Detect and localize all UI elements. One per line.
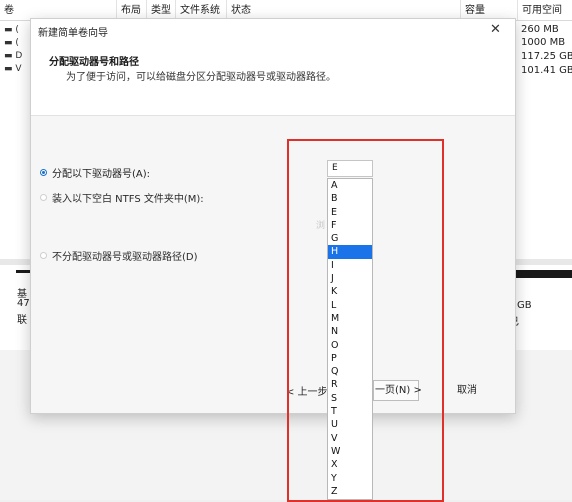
assign-drive-letter-label: 分配以下驱动器号(A): [52,169,151,180]
back-button[interactable]: < 上一步 [286,383,328,398]
drive-letter-option[interactable]: B [328,192,372,205]
browse-button-obscured[interactable]: 浏 [316,218,325,231]
drive-letter-option[interactable]: X [328,458,372,471]
volume-row-marker[interactable]: ▬ ( [4,25,19,35]
dialog-title: 新建简单卷向导 [38,28,108,39]
column-filesystem[interactable]: 文件系统 [175,0,230,20]
mount-folder-radio[interactable]: 装入以下空白 NTFS 文件夹中(M): [40,190,204,205]
free-space-value: 101.41 GB [521,65,572,76]
cancel-button[interactable]: 取消 [443,380,491,401]
drive-letter-option[interactable]: L [328,299,372,312]
drive-letter-option[interactable]: P [328,352,372,365]
drive-letter-option[interactable]: E [328,206,372,219]
drive-letter-option[interactable]: Y [328,472,372,485]
drive-letter-option[interactable]: J [328,272,372,285]
radio-unchecked-icon [40,194,47,201]
drive-letter-option[interactable]: M [328,312,372,325]
drive-letter-option[interactable]: A [328,179,372,192]
drive-letter-option[interactable]: W [328,445,372,458]
drive-letter-option[interactable]: I [328,259,372,272]
partition-size: GB [517,300,532,311]
column-volume[interactable]: 卷 [0,0,116,20]
new-simple-volume-wizard: 新建简单卷向导 ✕ 分配驱动器号和路径 为了便于访问，可以给磁盘分区分配驱动器号… [30,18,516,414]
drive-letter-option[interactable]: H [328,245,372,259]
drive-letter-option[interactable]: T [328,405,372,418]
column-free-space[interactable]: 可用空间 [517,0,572,20]
drive-letter-option[interactable]: U [328,418,372,431]
free-space-value: 1000 MB [521,37,566,48]
volume-row-marker[interactable]: ▬ D [4,51,22,61]
dialog-header: 新建简单卷向导 ✕ 分配驱动器号和路径 为了便于访问，可以给磁盘分区分配驱动器号… [31,19,515,115]
disk-status: 联 [17,315,27,326]
mount-folder-label: 装入以下空白 NTFS 文件夹中(M): [52,194,204,205]
close-icon[interactable]: ✕ [490,22,501,37]
drive-letter-value: E [332,163,338,173]
column-layout[interactable]: 布局 [116,0,150,20]
free-space-value: 117.25 GB [521,51,572,62]
disk-bar-left [16,270,30,273]
drive-letter-select[interactable]: E [327,160,373,177]
drive-letter-option[interactable]: G [328,232,372,245]
volume-row-marker[interactable]: ▬ V [4,64,22,74]
drive-letter-dropdown-list[interactable]: ABEFGHIJKLMNOPQRSTUVWXYZ [327,178,373,500]
drive-letter-option[interactable]: S [328,392,372,405]
free-space-value: 260 MB [521,24,559,35]
no-drive-letter-label: 不分配驱动器号或驱动器路径(D) [52,252,198,263]
header-divider [31,115,515,116]
assign-drive-letter-radio[interactable]: 分配以下驱动器号(A): [40,165,150,180]
drive-letter-option[interactable]: R [328,378,372,391]
radio-unchecked-icon [40,252,47,259]
page-heading: 分配驱动器号和路径 [49,57,139,68]
column-capacity[interactable]: 容量 [460,0,521,20]
column-status[interactable]: 状态 [226,0,464,20]
next-button[interactable]: 一页(N) > [373,380,422,401]
volume-row-marker[interactable]: ▬ ( [4,38,19,48]
page-subheading: 为了便于访问，可以给磁盘分区分配驱动器号或驱动器路径。 [66,72,336,83]
no-drive-letter-radio[interactable]: 不分配驱动器号或驱动器路径(D) [40,248,198,263]
drive-letter-option[interactable]: V [328,432,372,445]
disk-size: 47 [17,298,30,309]
drive-letter-option[interactable]: Z [328,485,372,498]
drive-letter-option[interactable]: K [328,285,372,298]
drive-letter-option[interactable]: Q [328,365,372,378]
partition-bar [516,270,572,278]
drive-letter-option[interactable]: O [328,339,372,352]
drive-letter-option[interactable]: F [328,219,372,232]
radio-checked-icon [40,169,47,176]
drive-letter-option[interactable]: N [328,325,372,338]
